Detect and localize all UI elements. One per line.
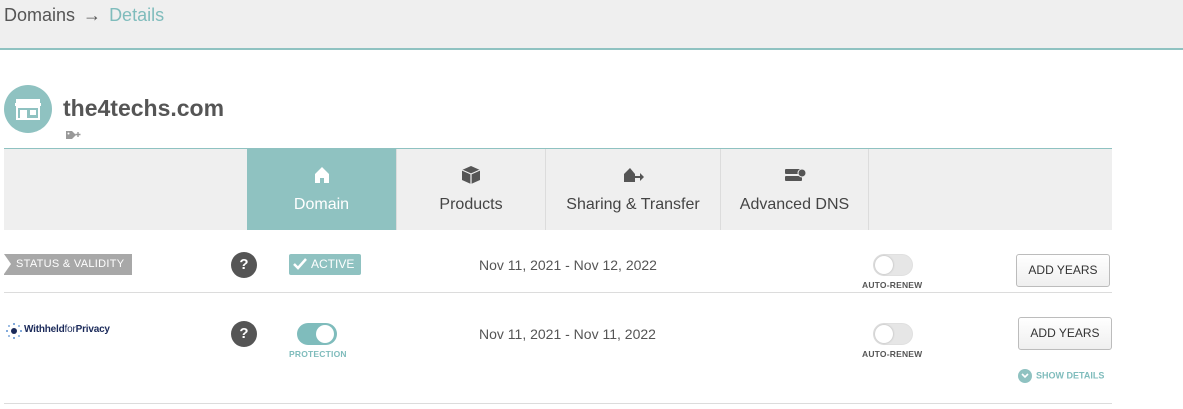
breadcrumb-separator: →	[83, 5, 102, 25]
tab-domain[interactable]: Domain	[247, 149, 396, 230]
row-divider	[4, 403, 1112, 404]
auto-renew-label: AUTO-RENEW	[862, 280, 923, 290]
home-icon	[310, 164, 334, 186]
tab-products[interactable]: Products	[396, 149, 545, 230]
help-icon[interactable]: ?	[231, 321, 257, 347]
status-text: ACTIVE	[311, 257, 355, 271]
breadcrumb-bar: Domains → Details	[0, 0, 1183, 50]
withheld-for-privacy-logo-icon	[6, 323, 22, 339]
protection-label: PROTECTION	[289, 349, 347, 359]
chevron-down-icon	[1018, 369, 1032, 383]
transfer-icon	[621, 164, 645, 186]
show-details-link[interactable]: SHOW DETAILS	[1018, 369, 1104, 383]
withheld-for-privacy-brand: WithheldforPrivacy	[24, 324, 110, 335]
help-icon[interactable]: ?	[231, 252, 257, 278]
tab-advanced-dns[interactable]: Advanced DNS	[720, 149, 869, 230]
auto-renew-label: AUTO-RENEW	[862, 349, 923, 359]
status-badge: ACTIVE	[289, 254, 361, 275]
add-years-button[interactable]: ADD YEARS	[1016, 254, 1110, 287]
protection-toggle[interactable]	[297, 323, 337, 345]
domain-name: the4techs.com	[63, 95, 225, 121]
dns-server-icon	[783, 164, 807, 186]
breadcrumb: Domains → Details	[4, 5, 164, 26]
domain-tabs: Domain Products Sharing & Transfer Advan…	[4, 148, 1112, 230]
storefront-icon	[4, 85, 52, 133]
row-divider	[4, 292, 1112, 293]
add-years-button[interactable]: ADD YEARS	[1018, 317, 1112, 350]
breadcrumb-domains-link[interactable]: Domains	[4, 5, 75, 25]
show-details-text: SHOW DETAILS	[1036, 370, 1105, 381]
breadcrumb-current: Details	[109, 5, 165, 25]
tab-sharing-transfer[interactable]: Sharing & Transfer	[545, 149, 720, 230]
tab-label: Domain	[293, 196, 350, 213]
auto-renew-toggle[interactable]	[873, 323, 913, 345]
tab-label: Products	[439, 196, 503, 213]
tab-label: Sharing & Transfer	[566, 196, 700, 213]
tab-label: Advanced DNS	[739, 196, 850, 213]
add-tag-icon[interactable]	[65, 128, 83, 140]
status-validity-label: STATUS & VALIDITY	[4, 254, 132, 275]
protection-dates: Nov 11, 2021 - Nov 11, 2022	[479, 326, 656, 342]
auto-renew-toggle[interactable]	[873, 254, 913, 276]
checkmark-icon	[293, 258, 307, 270]
validity-dates: Nov 11, 2021 - Nov 12, 2022	[479, 257, 657, 273]
box-icon	[459, 164, 483, 186]
